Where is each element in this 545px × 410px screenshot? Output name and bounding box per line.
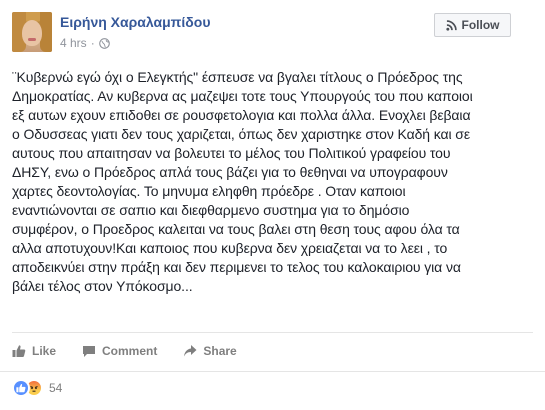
post-text-line: ο Οδυσσεας γιατι δεν τους χαριζεται, όπω… [12, 126, 470, 142]
post-text-line: αποδεικνύει στην πράξη και δεν περιμενει… [12, 259, 461, 275]
post-text-line: συμφέρον, ο Προεδρος καλειται να τους βα… [12, 221, 460, 237]
post-text-line: ¨Κυβερνώ εγώ όχι ο Ελεγκτής" έσπευσε να … [12, 69, 463, 85]
share-icon [184, 345, 197, 357]
post-text-line: βάλει τέλος στον Υπόκοσμο... [12, 278, 193, 294]
post-text-line: αλλα αποτυχουν!Και καποιος που κυβερνα δ… [12, 240, 448, 256]
like-icon [12, 379, 30, 397]
follow-label: Follow [461, 18, 500, 32]
author-avatar[interactable] [12, 12, 52, 52]
like-button[interactable]: Like [12, 344, 56, 358]
post-text-line: αυτους που απαιτησαν να βολευτει το μέλο… [12, 145, 451, 161]
post-text-line: Δημοκρατίας. Αν κυβερνα ας μαζεψει τοτε … [12, 88, 473, 104]
rss-icon [445, 19, 457, 31]
divider [0, 371, 545, 372]
share-label: Share [203, 344, 237, 358]
follow-button[interactable]: Follow [434, 13, 511, 37]
post-body: ¨Κυβερνώ εγώ όχι ο Ελεγκτής" έσπευσε να … [12, 68, 534, 296]
globe-icon[interactable] [98, 37, 110, 49]
reaction-count: 54 [49, 381, 63, 395]
divider [12, 332, 533, 333]
post-text-line: εναντιώνονται σε σαπιο και διεφθαρμενο σ… [12, 202, 410, 218]
action-bar: Like Comment Share [12, 338, 263, 364]
post-text-line: εξ αυτων εχουν επιδοθει σε ρουσφετολογια… [12, 107, 471, 123]
author-name[interactable]: Ειρήνη Χαραλαμπίδου [60, 14, 210, 30]
post-text-line: χαρτες δεοντολογίας. Το μηνυμα εληφθη πρ… [12, 183, 406, 199]
thumbs-up-icon [12, 345, 26, 357]
share-button[interactable]: Share [183, 344, 237, 358]
like-label: Like [32, 344, 57, 358]
comment-button[interactable]: Comment [82, 344, 157, 358]
comment-label: Comment [102, 344, 158, 358]
post-timestamp[interactable]: 4 hrs [60, 36, 87, 50]
post-text-line: ΔΗΣΥ, ενω ο Πρόεδρος απλά τους βάζει για… [12, 164, 448, 180]
post-meta: 4 hrs · [60, 36, 110, 50]
comment-icon [83, 346, 96, 357]
reactions-summary[interactable]: 54 [12, 378, 62, 398]
meta-separator: · [90, 36, 95, 50]
facebook-post: Ειρήνη Χαραλαμπίδου 4 hrs · Follow ¨Κυβε… [0, 0, 545, 410]
